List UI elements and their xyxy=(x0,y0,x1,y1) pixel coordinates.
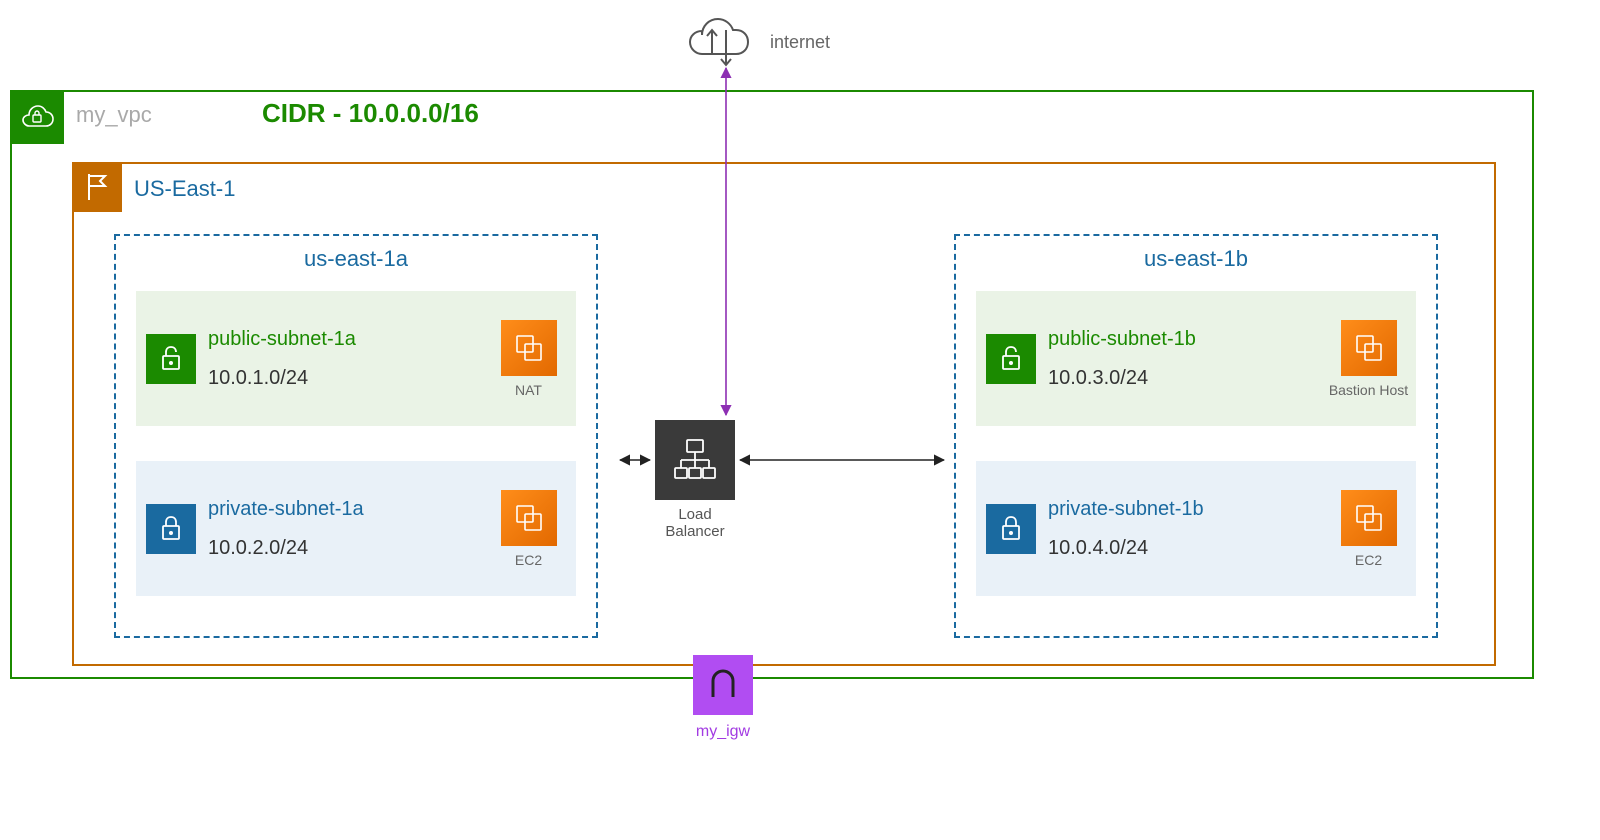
subnet-name: private-subnet-1a xyxy=(208,498,481,521)
subnet-cidr: 10.0.4.0/24 xyxy=(1048,537,1321,560)
vpc-cidr: CIDR - 10.0.0.0/16 xyxy=(262,98,479,129)
ec2-icon xyxy=(1341,320,1397,376)
lock-icon xyxy=(986,504,1036,554)
flag-icon xyxy=(72,162,122,212)
public-subnet-1b: public-subnet-1b 10.0.3.0/24 Bastion Hos… xyxy=(976,291,1416,426)
internet-gateway: my_igw xyxy=(693,655,753,741)
igw-name: my_igw xyxy=(693,723,753,741)
host-label: Bastion Host xyxy=(1329,382,1408,398)
ec2-icon xyxy=(501,490,557,546)
availability-zone-a: us-east-1a public-subnet-1a 10.0.1.0/24 xyxy=(114,234,598,638)
az-b-name: us-east-1b xyxy=(956,246,1436,272)
subnet-cidr: 10.0.2.0/24 xyxy=(208,537,481,560)
host-label: EC2 xyxy=(515,552,542,568)
region-name: US-East-1 xyxy=(134,176,235,202)
subnet-cidr: 10.0.1.0/24 xyxy=(208,367,481,390)
subnet-cidr: 10.0.3.0/24 xyxy=(1048,367,1321,390)
host-label: NAT xyxy=(515,382,542,398)
lock-open-icon xyxy=(146,334,196,384)
vpc-name: my_vpc xyxy=(76,102,152,128)
subnet-name: public-subnet-1a xyxy=(208,328,481,351)
private-subnet-1b: private-subnet-1b 10.0.4.0/24 EC2 xyxy=(976,461,1416,596)
lock-open-icon xyxy=(986,334,1036,384)
host-label: EC2 xyxy=(1355,552,1382,568)
region-container: US-East-1 us-east-1a public-subnet-1a 1 xyxy=(72,162,1496,666)
load-balancer: Load Balancer xyxy=(650,420,740,540)
subnet-name: public-subnet-1b xyxy=(1048,328,1321,351)
ec2-icon xyxy=(1341,490,1397,546)
availability-zone-b: us-east-1b public-subnet-1b 10.0.3.0/24 xyxy=(954,234,1438,638)
vpc-container: my_vpc CIDR - 10.0.0.0/16 US-East-1 us-e… xyxy=(10,90,1534,679)
load-balancer-icon xyxy=(655,420,735,500)
cloud-icon xyxy=(680,5,760,80)
internet-label: internet xyxy=(770,32,830,53)
az-a-name: us-east-1a xyxy=(116,246,596,272)
lock-icon xyxy=(146,504,196,554)
internet: internet xyxy=(680,5,830,80)
load-balancer-label: Load Balancer xyxy=(650,506,740,540)
vpc-cloud-lock-icon xyxy=(10,90,64,144)
subnet-name: private-subnet-1b xyxy=(1048,498,1321,521)
public-subnet-1a: public-subnet-1a 10.0.1.0/24 NAT xyxy=(136,291,576,426)
ec2-icon xyxy=(501,320,557,376)
private-subnet-1a: private-subnet-1a 10.0.2.0/24 EC2 xyxy=(136,461,576,596)
gateway-icon xyxy=(693,655,753,715)
